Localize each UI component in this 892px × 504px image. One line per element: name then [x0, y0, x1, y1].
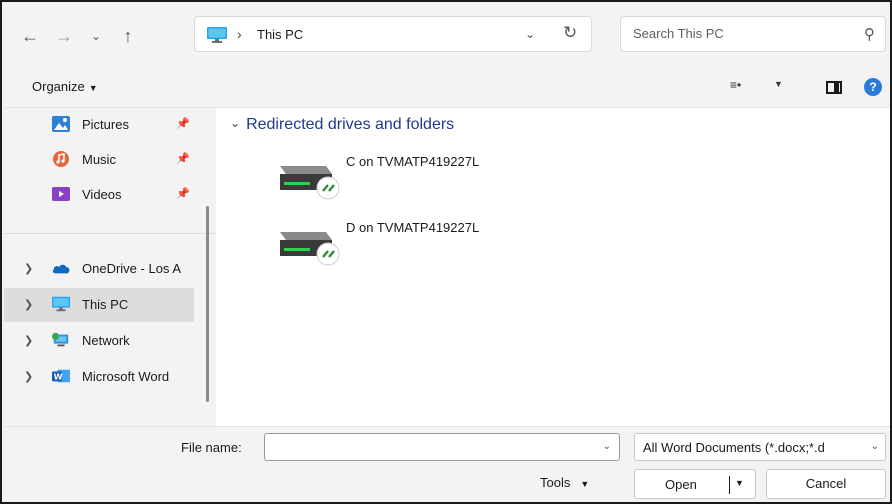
expand-chevron-icon[interactable]: ❯	[24, 334, 33, 347]
search-box[interactable]: ⚲	[620, 16, 886, 52]
redirected-drive-icon	[280, 232, 340, 266]
file-type-dropdown-chevron-icon[interactable]: ⌄	[871, 441, 879, 452]
address-bar[interactable]: › This PC ⌄ ↻	[194, 16, 592, 52]
nav-item-this-pc[interactable]: ❯ This PC	[4, 288, 194, 322]
file-list-view: ⌄ Redirected drives and folders C on TVMA…	[216, 108, 890, 426]
open-button[interactable]: Open ▼	[634, 469, 756, 499]
this-pc-icon	[207, 27, 227, 43]
nav-item-microsoft-word[interactable]: ❯ W Microsoft Word	[4, 360, 194, 394]
search-icon[interactable]: ⚲	[864, 25, 875, 43]
expand-chevron-icon[interactable]: ❯	[24, 298, 33, 311]
navigation-pane: Pictures 📌 Music 📌 Videos 📌 ❯ OneDrive -…	[4, 108, 216, 426]
file-name-combobox[interactable]: ⌄	[264, 433, 620, 461]
organize-label: Organize	[32, 79, 85, 94]
tools-button[interactable]: Tools ▼	[540, 475, 589, 490]
network-icon	[52, 332, 69, 347]
refresh-icon[interactable]: ↻	[563, 23, 577, 43]
nav-item-label: Music	[82, 152, 116, 167]
nav-item-onedrive[interactable]: ❯ OneDrive - Los A	[4, 252, 194, 286]
nav-item-label: Network	[82, 333, 130, 348]
nav-item-label: Microsoft Word	[82, 369, 170, 384]
nav-item-label: Videos	[82, 187, 122, 202]
word-icon: W	[52, 369, 70, 383]
dialog-footer: File name: ⌄ All Word Documents (*.docx;…	[4, 426, 890, 502]
file-name-dropdown-chevron-icon[interactable]: ⌄	[603, 441, 611, 452]
breadcrumb-path[interactable]: This PC	[257, 27, 303, 42]
expand-chevron-icon[interactable]: ❯	[24, 370, 33, 383]
nav-item-network[interactable]: ❯ Network	[4, 324, 194, 358]
preview-pane-icon[interactable]	[826, 81, 842, 94]
file-name-label: File name:	[181, 440, 242, 455]
nav-item-label: OneDrive - Los A	[82, 261, 181, 276]
redirected-drive-icon	[280, 166, 340, 200]
cancel-button[interactable]: Cancel	[766, 469, 886, 499]
nav-divider	[4, 233, 216, 234]
pin-icon[interactable]: 📌	[176, 152, 190, 165]
this-pc-icon	[52, 296, 70, 312]
organize-caret-icon: ▼	[88, 83, 98, 93]
navigation-bar: ← → ⌄ ↑ › This PC ⌄ ↻ ⚲	[4, 4, 890, 64]
pictures-icon	[52, 116, 70, 132]
drive-label: C on TVMATP419227L	[346, 154, 480, 169]
search-input[interactable]	[633, 26, 843, 41]
tools-caret-icon: ▼	[580, 479, 590, 489]
breadcrumb-separator-icon: ›	[237, 26, 242, 42]
music-icon	[53, 151, 69, 167]
help-icon[interactable]: ?	[864, 78, 882, 96]
nav-item-videos[interactable]: Videos 📌	[4, 178, 194, 212]
nav-pane-scrollbar[interactable]	[206, 206, 209, 402]
drive-item-d[interactable]: D on TVMATP419227L	[276, 216, 516, 276]
organize-button[interactable]: Organize ▼	[32, 79, 98, 94]
group-header-label: Redirected drives and folders	[246, 116, 455, 133]
drive-label: D on TVMATP419227L	[346, 220, 480, 235]
pin-icon[interactable]: 📌	[176, 187, 190, 200]
open-options-caret-icon[interactable]: ▼	[735, 478, 744, 488]
open-split-divider	[729, 476, 730, 494]
videos-icon	[52, 187, 70, 201]
pin-icon[interactable]: 📌	[176, 117, 190, 130]
nav-item-music[interactable]: Music 📌	[4, 143, 194, 177]
file-open-dialog: ← → ⌄ ↑ › This PC ⌄ ↻ ⚲ Organize▼ ≡• ▼ ?	[0, 0, 892, 504]
file-type-value: All Word Documents (*.docx;*.d	[643, 440, 825, 455]
nav-item-label: This PC	[82, 297, 129, 312]
view-options-caret-icon[interactable]: ▼	[774, 79, 783, 89]
up-arrow-icon[interactable]: ↑	[116, 24, 140, 48]
drive-item-c[interactable]: C on TVMATP419227L	[276, 150, 516, 210]
nav-item-label: Pictures	[82, 117, 129, 132]
view-options-icon[interactable]: ≡•	[730, 78, 741, 92]
tools-label: Tools	[540, 475, 571, 490]
forward-arrow-icon[interactable]: →	[52, 24, 76, 48]
file-type-select[interactable]: All Word Documents (*.docx;*.d ⌄	[634, 433, 886, 461]
open-label: Open	[665, 477, 697, 492]
command-bar: Organize ▼ ≡• ▼ ?	[4, 66, 890, 108]
svg-text:W: W	[54, 372, 63, 382]
file-name-input[interactable]	[271, 439, 591, 454]
collapse-chevron-icon[interactable]: ⌄	[230, 116, 240, 130]
onedrive-icon	[52, 264, 70, 274]
group-header[interactable]: ⌄ Redirected drives and folders	[230, 116, 454, 134]
recent-locations-chevron-icon[interactable]: ⌄	[84, 24, 108, 48]
back-arrow-icon[interactable]: ←	[18, 24, 42, 48]
nav-item-pictures[interactable]: Pictures 📌	[4, 108, 194, 142]
address-dropdown-chevron-icon[interactable]: ⌄	[525, 27, 535, 41]
expand-chevron-icon[interactable]: ❯	[24, 262, 33, 275]
